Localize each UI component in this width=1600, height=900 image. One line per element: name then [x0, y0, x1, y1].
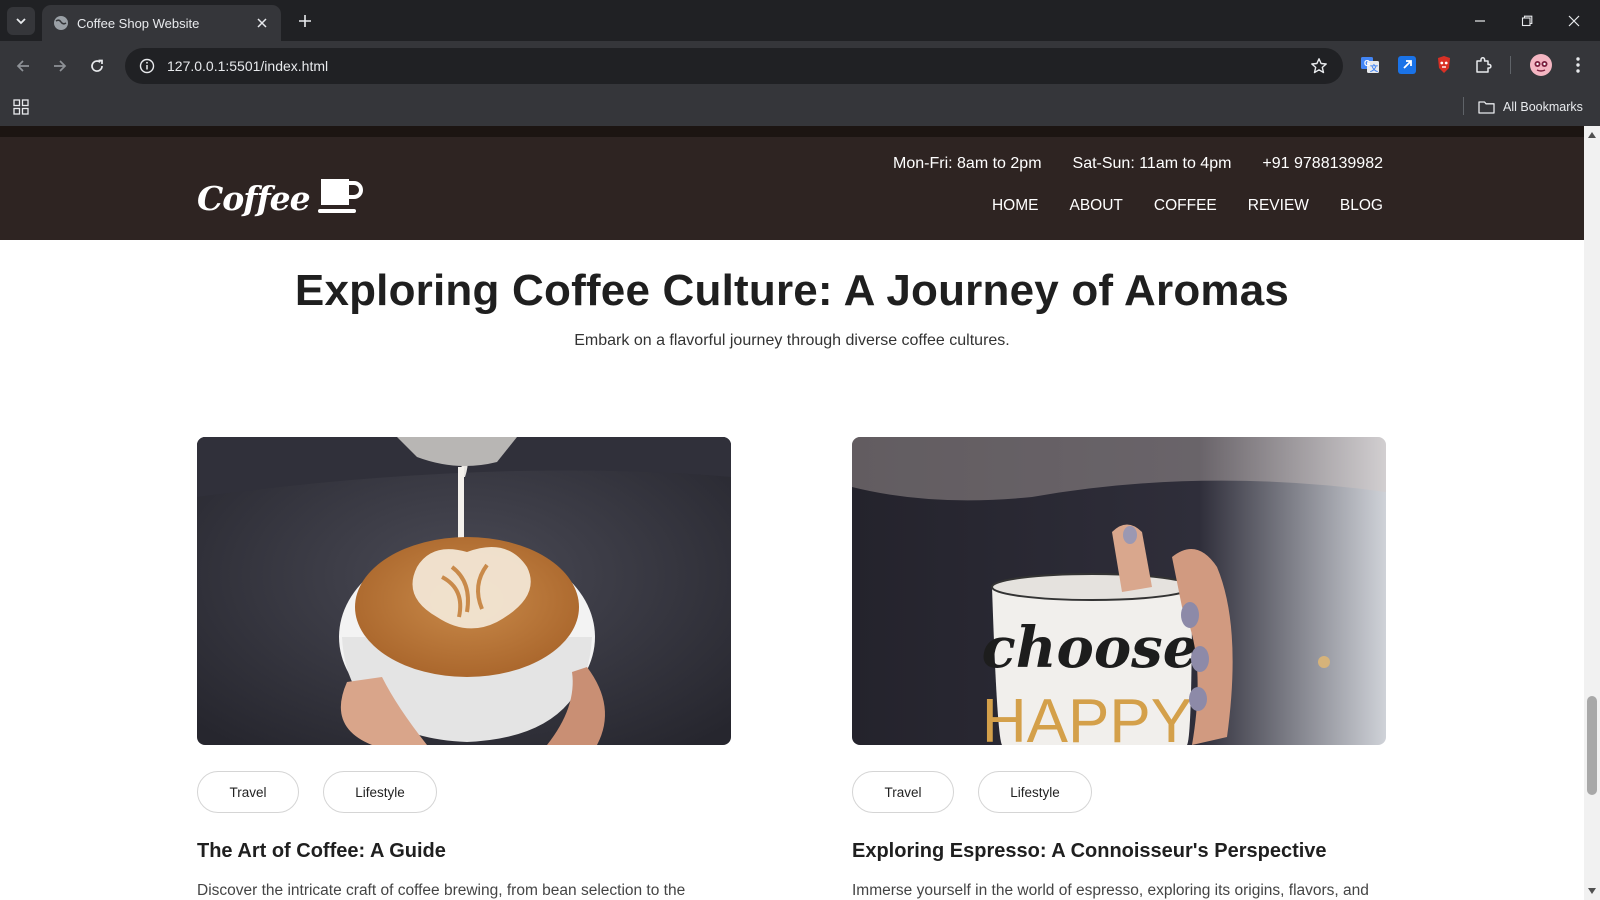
minimize-button[interactable]	[1467, 8, 1493, 34]
folder-icon	[1478, 101, 1495, 114]
arrow-right-icon	[54, 60, 67, 72]
browser-menu-button[interactable]	[1567, 54, 1589, 76]
site-info-icon[interactable]	[137, 56, 157, 76]
info-icon	[139, 58, 155, 74]
arrow-left-icon	[16, 60, 29, 72]
translate-extension-button[interactable]: G文	[1359, 54, 1381, 76]
kebab-menu-icon	[1576, 57, 1580, 73]
svg-text:文: 文	[1370, 63, 1379, 73]
minimize-icon	[1475, 20, 1485, 22]
info-bar: Mon-Fri: 8am to 2pm Sat-Sun: 11am to 4pm…	[893, 155, 1383, 173]
weekday-hours: Mon-Fri: 8am to 2pm	[893, 155, 1042, 172]
nav-coffee[interactable]: COFFEE	[1154, 197, 1217, 215]
mug-text-top: choose	[982, 615, 1199, 681]
main-nav: HOME ABOUT COFFEE REVIEW BLOG	[992, 197, 1383, 215]
nav-review[interactable]: REVIEW	[1248, 197, 1309, 215]
plus-icon	[299, 15, 311, 27]
browser-tab[interactable]: Coffee Shop Website	[42, 5, 281, 41]
reload-button[interactable]	[84, 53, 110, 79]
choose-happy-mug-image[interactable]: choose HAPPY	[852, 437, 1386, 745]
avatar-icon	[1530, 54, 1552, 76]
profile-avatar-button[interactable]	[1528, 52, 1554, 78]
coffee-cup-icon	[317, 179, 363, 213]
tag-travel[interactable]: Travel	[852, 771, 954, 813]
bookmark-star-button[interactable]	[1308, 55, 1330, 77]
chevron-down-icon	[16, 18, 26, 25]
toolbar-divider	[1510, 56, 1511, 74]
scrollbar-thumb[interactable]	[1587, 696, 1597, 795]
page-viewport: Coffee Mon-Fri: 8am to 2pm Sat-Sun: 11am…	[0, 126, 1584, 900]
post-title[interactable]: The Art of Coffee: A Guide	[197, 840, 731, 863]
blog-hero: Exploring Coffee Culture: A Journey of A…	[0, 240, 1584, 350]
close-icon	[257, 18, 267, 28]
star-icon	[1311, 58, 1327, 74]
top-strip	[0, 126, 1584, 137]
mug-text-bottom: HAPPY	[982, 687, 1192, 745]
page-scrollbar[interactable]	[1584, 126, 1600, 900]
phone-number[interactable]: +91 9788139982	[1262, 155, 1383, 173]
translate-icon: G文	[1361, 57, 1379, 73]
caret-down-icon	[1588, 888, 1596, 894]
shield-extension-button[interactable]	[1433, 54, 1455, 76]
close-icon	[1568, 15, 1580, 27]
grid-icon	[13, 99, 29, 115]
nav-about[interactable]: ABOUT	[1069, 197, 1122, 215]
address-bar[interactable]: 127.0.0.1:5501/index.html	[125, 48, 1343, 84]
tab-close-button[interactable]	[253, 14, 271, 32]
puzzle-icon	[1476, 56, 1492, 73]
post-description: Immerse yourself in the world of espress…	[852, 882, 1369, 899]
tiger-mask-icon	[1438, 56, 1450, 73]
post-tags: Travel Lifestyle	[197, 771, 731, 813]
tag-lifestyle[interactable]: Lifestyle	[978, 771, 1092, 813]
bookmarks-divider	[1463, 97, 1464, 115]
extensions-button[interactable]	[1472, 54, 1494, 76]
blog-card: Travel Lifestyle The Art of Coffee: A Gu…	[197, 437, 731, 900]
tab-title: Coffee Shop Website	[77, 15, 200, 31]
post-title[interactable]: Exploring Espresso: A Connoisseur's Pers…	[852, 840, 1386, 863]
blog-cards: Travel Lifestyle The Art of Coffee: A Gu…	[197, 437, 1386, 900]
link-extension-button[interactable]	[1396, 54, 1418, 76]
back-button[interactable]	[10, 53, 36, 79]
page-subtitle: Embark on a flavorful journey through di…	[574, 332, 1010, 349]
tab-strip: Coffee Shop Website	[0, 0, 1600, 41]
logo-text: Coffee	[197, 179, 311, 218]
scroll-down-button[interactable]	[1584, 884, 1600, 898]
post-description: Discover the intricate craft of coffee b…	[197, 882, 686, 899]
nav-blog[interactable]: BLOG	[1340, 197, 1383, 215]
post-tags: Travel Lifestyle	[852, 771, 1386, 813]
weekend-hours: Sat-Sun: 11am to 4pm	[1072, 155, 1232, 172]
reload-icon	[91, 59, 103, 72]
globe-icon	[54, 16, 68, 30]
browser-toolbar: 127.0.0.1:5501/index.html G文	[0, 41, 1600, 90]
site-logo[interactable]: Coffee	[197, 177, 364, 215]
all-bookmarks-label: All Bookmarks	[1503, 100, 1583, 114]
restore-icon	[1521, 15, 1533, 27]
url-text: 127.0.0.1:5501/index.html	[167, 58, 329, 74]
tag-travel[interactable]: Travel	[197, 771, 299, 813]
apps-button[interactable]	[10, 96, 32, 118]
close-window-button[interactable]	[1561, 8, 1587, 34]
all-bookmarks-button[interactable]: All Bookmarks	[1478, 95, 1583, 119]
restore-button[interactable]	[1514, 8, 1540, 34]
caret-up-icon	[1588, 132, 1596, 138]
page-title: Exploring Coffee Culture: A Journey of A…	[294, 266, 1290, 315]
blog-card: choose HAPPY Travel Lifestyle Exploring …	[852, 437, 1386, 900]
tab-search-button[interactable]	[7, 7, 35, 35]
latte-art-image[interactable]	[197, 437, 731, 745]
nav-home[interactable]: HOME	[992, 197, 1039, 215]
bookmarks-bar: All Bookmarks	[0, 90, 1600, 126]
site-header: Coffee Mon-Fri: 8am to 2pm Sat-Sun: 11am…	[0, 137, 1584, 240]
tag-lifestyle[interactable]: Lifestyle	[323, 771, 437, 813]
external-link-icon	[1398, 56, 1416, 74]
new-tab-button[interactable]	[294, 10, 316, 32]
scroll-up-button[interactable]	[1584, 128, 1600, 142]
forward-button[interactable]	[47, 53, 73, 79]
